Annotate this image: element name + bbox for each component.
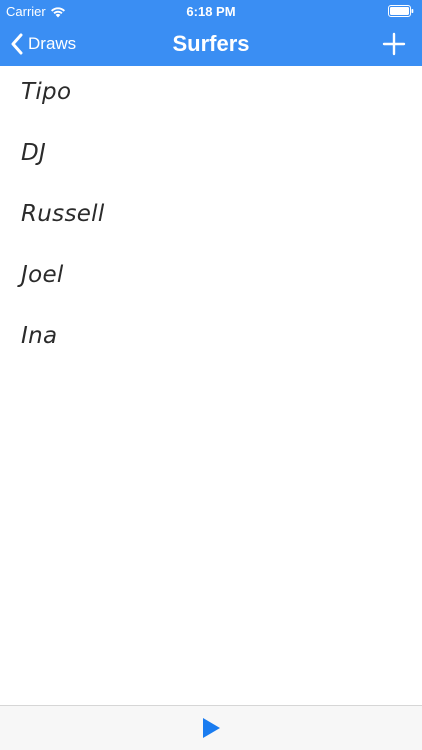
chevron-left-icon: [11, 33, 23, 55]
surfers-list: Tipo DJ Russell Joel Ina: [0, 66, 422, 371]
list-item[interactable]: Russell: [0, 188, 422, 249]
surfer-name: Russell: [21, 201, 105, 227]
back-button[interactable]: Draws: [10, 22, 76, 66]
play-icon[interactable]: [200, 717, 222, 739]
list-item[interactable]: Joel: [0, 249, 422, 310]
surfer-name: Tipo: [21, 79, 72, 105]
plus-icon[interactable]: [380, 30, 408, 58]
surfer-name: Joel: [21, 262, 64, 288]
list-item[interactable]: Ina: [0, 310, 422, 371]
battery-icon: [388, 5, 414, 17]
bottom-toolbar: [0, 705, 422, 750]
back-button-label: Draws: [28, 34, 77, 53]
surfer-name: Ina: [21, 323, 58, 349]
list-item[interactable]: DJ: [0, 127, 422, 188]
navigation-bar: Draws Surfers: [0, 22, 422, 66]
list-item[interactable]: Tipo: [0, 66, 422, 127]
surfer-name: DJ: [21, 140, 47, 166]
status-bar: Carrier 6:18 PM: [0, 0, 422, 22]
header: Carrier 6:18 PM Draws Surfers: [0, 0, 422, 66]
status-time: 6:18 PM: [186, 4, 236, 19]
